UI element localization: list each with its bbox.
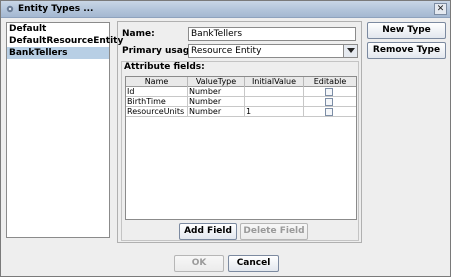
cell-editable (304, 107, 356, 117)
list-item[interactable]: Default (7, 23, 109, 35)
entity-type-list[interactable]: Default DefaultResourceEntity BankTeller… (6, 22, 123, 238)
cell-name[interactable]: Id (126, 87, 188, 97)
table-row[interactable]: Id Number (126, 87, 356, 97)
cell-editable (304, 97, 356, 107)
delete-field-button[interactable]: Delete Field (240, 223, 308, 240)
primary-usage-select[interactable]: Resource Entity (188, 44, 358, 58)
new-type-button[interactable]: New Type (367, 22, 446, 39)
editable-checkbox[interactable] (325, 88, 333, 96)
column-header-editable[interactable]: Editable (304, 77, 356, 87)
cell-initialvalue[interactable] (245, 97, 304, 107)
list-item[interactable]: DefaultResourceEntity (7, 35, 123, 47)
editable-checkbox[interactable] (325, 108, 333, 116)
remove-type-button[interactable]: Remove Type (367, 42, 446, 59)
cell-initialvalue[interactable] (245, 87, 304, 97)
close-button[interactable]: ✕ (434, 3, 447, 15)
table-header: Name ValueType InitialValue Editable (126, 77, 356, 87)
dropdown-button[interactable] (343, 45, 357, 57)
close-icon: ✕ (436, 4, 445, 14)
primary-usage-value: Resource Entity (191, 46, 262, 56)
ok-button[interactable]: OK (174, 255, 224, 272)
attribute-fields-group: Attribute fields: Name ValueType Initial… (121, 61, 359, 241)
column-header-name[interactable]: Name (126, 77, 188, 87)
cell-editable (304, 87, 356, 97)
cell-name[interactable]: BirthTime (126, 97, 188, 107)
entity-details-panel: Name: Primary usage: Resource Entity Att… (117, 21, 362, 243)
attribute-table[interactable]: Name ValueType InitialValue Editable Id … (125, 76, 357, 220)
table-row[interactable]: BirthTime Number (126, 97, 356, 107)
name-field[interactable] (188, 27, 356, 41)
cell-valuetype[interactable]: Number (188, 107, 245, 117)
editable-checkbox[interactable] (325, 98, 333, 106)
name-label: Name: (122, 29, 155, 39)
list-item-selected[interactable]: BankTellers (7, 47, 109, 59)
entity-types-dialog: Entity Types ... ✕ Default DefaultResour… (0, 0, 451, 277)
column-header-valuetype[interactable]: ValueType (188, 77, 245, 87)
cell-initialvalue[interactable]: 1 (245, 107, 304, 117)
chevron-down-icon (347, 48, 355, 53)
table-row[interactable]: ResourceUnits Number 1 (126, 107, 356, 117)
gear-icon (6, 5, 14, 13)
cell-valuetype[interactable]: Number (188, 87, 245, 97)
cell-valuetype[interactable]: Number (188, 97, 245, 107)
column-header-initialvalue[interactable]: InitialValue (245, 77, 304, 87)
cell-name[interactable]: ResourceUnits (126, 107, 188, 117)
title-bar[interactable]: Entity Types ... ✕ (1, 1, 450, 18)
window-title: Entity Types ... (18, 4, 94, 14)
cancel-button[interactable]: Cancel (228, 255, 279, 272)
add-field-button[interactable]: Add Field (179, 223, 237, 240)
attribute-fields-label: Attribute fields: (124, 62, 205, 72)
